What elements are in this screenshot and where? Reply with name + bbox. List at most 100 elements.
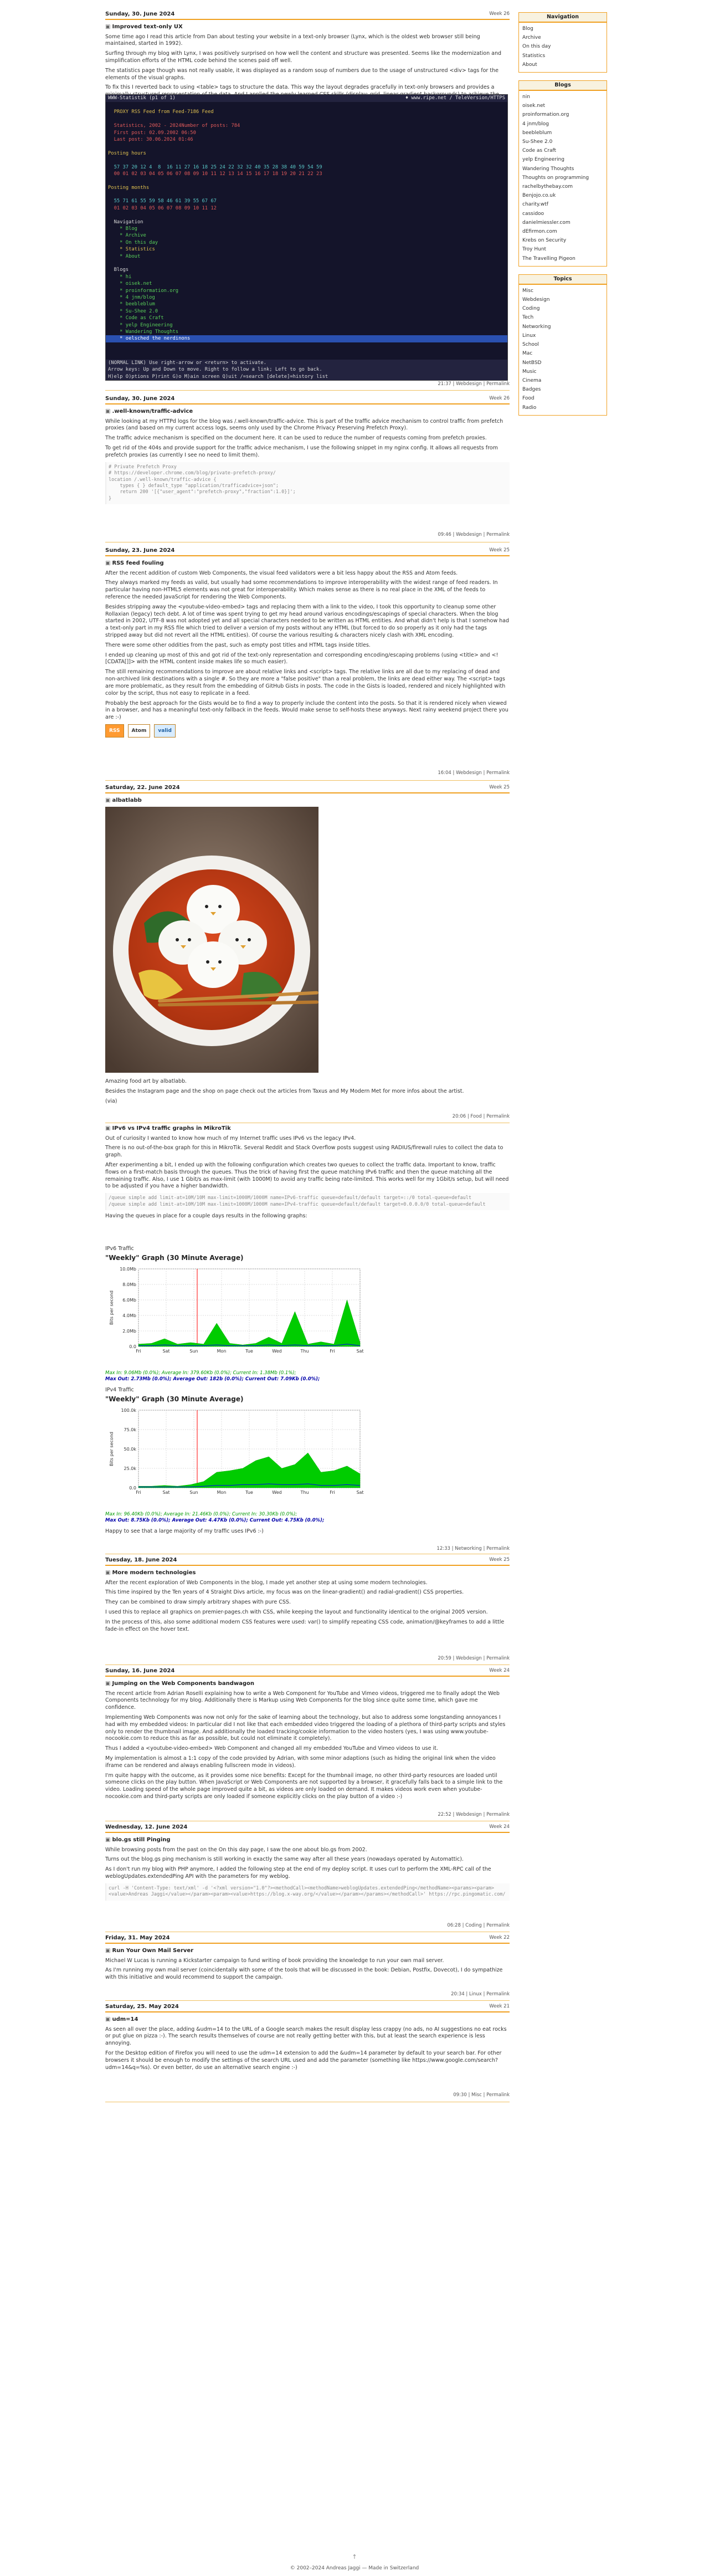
terminal-line: * About (108, 253, 141, 259)
post-paragraph: For the Desktop edition of Firefox you w… (105, 2050, 502, 2071)
post-title[interactable]: ▣ .well-known/traffic-advice (105, 408, 510, 416)
ipv6-traffic-graph: "Weekly" Graph (30 Minute Average) 0.0 2.… (105, 1253, 388, 1383)
terminal-line: * Wandering Thoughts (108, 329, 179, 335)
sidebar-blog-link[interactable]: Su-Shee 2.0 (522, 137, 603, 146)
topics-box: Topics Misc Webdesign Coding Tech Networking… (518, 274, 607, 416)
sidebar-blog-link[interactable]: Krebs on Security (522, 236, 603, 245)
sidebar-nav-link[interactable]: About (522, 60, 603, 69)
sidebar-blog-link[interactable]: Code as Craft (522, 146, 603, 155)
rss-badge[interactable]: RSS (105, 724, 124, 738)
sidebar-blog-link[interactable]: Thoughts on programming (522, 173, 603, 182)
post-paragraph: They always marked my feeds as valid, bu… (105, 580, 498, 600)
terminal-line: 01 02 03 04 05 06 07 08 09 10 11 12 (108, 205, 217, 211)
post-footer[interactable]: 12:33 | Networking | Permalink (436, 1546, 510, 1552)
feed-badges: RSS Atom valid (105, 724, 510, 738)
sidebar-blog-link[interactable]: oisek.net (522, 101, 603, 110)
sidebar-blog-link[interactable]: Benjojo.co.uk (522, 191, 603, 200)
graph-x-tick-label: Sat (162, 1490, 169, 1495)
post-title[interactable]: ▣ More modern technologies (105, 1569, 510, 1577)
sidebar-blog-link[interactable]: danielmiessler.com (522, 218, 603, 227)
post-paragraph: Michael W Lucas is running a Kickstarter… (105, 1957, 444, 1964)
sidebar-topic-link[interactable]: Linux (522, 331, 603, 340)
terminal-line: * hi (108, 274, 132, 280)
sidebar-topic-link[interactable]: Mac (522, 349, 603, 358)
sidebar-blog-link[interactable]: cassidoo (522, 209, 603, 218)
post-paragraph: As I don't run my blog with PHP anymore,… (105, 1866, 491, 1879)
sidebar-blog-link[interactable]: The Travelling Pigeon (522, 254, 603, 263)
graph-y-tick-label: 6.0Mb (122, 1298, 136, 1303)
via-link[interactable]: (via) (105, 1098, 510, 1105)
sidebar-blog-link[interactable]: beebleblum (522, 129, 603, 137)
post-title[interactable]: ▣ blo.gs still Pinging (105, 1836, 510, 1844)
post-title[interactable]: ▣ albatlabb (105, 797, 510, 805)
post-paragraph: Turns out the blog.gs ping mechanism is … (105, 1856, 464, 1863)
post-title-icon: ▣ (105, 1837, 111, 1843)
graph-x-tick-label: Sat (356, 1349, 363, 1354)
sidebar-nav-link[interactable]: Blog (522, 24, 603, 33)
terminal-status-line: Arrow keys: Up and Down to move. Right t… (106, 366, 507, 373)
post-title-icon: ▣ (105, 797, 111, 803)
sidebar-nav-link[interactable]: Archive (522, 33, 603, 42)
post-footer[interactable]: 20:06 | Food | Permalink (453, 1114, 510, 1120)
graph-x-tick-label: Sun (189, 1490, 198, 1495)
sidebar-topic-link[interactable]: Badges (522, 385, 603, 394)
post-header: Saturday, 25. May 2024 Week 21 (105, 2003, 510, 2012)
sidebar-topic-link[interactable]: Webdesign (522, 295, 603, 304)
sidebar-topic-link[interactable]: Coding (522, 304, 603, 313)
back-to-top-arrow[interactable]: ↑ (0, 2553, 709, 2562)
sidebar-blog-link[interactable]: yelp Engineering (522, 155, 603, 164)
sidebar-blog-link[interactable]: Troy Hunt (522, 245, 603, 254)
sidebar-topic-link[interactable]: Tech (522, 313, 603, 322)
post-title-icon: ▣ (105, 408, 111, 414)
post-header: Sunday, 23. June 2024 Week 25 (105, 546, 510, 556)
post-footer[interactable]: 20:59 | Webdesign | Permalink (438, 1656, 510, 1662)
post-footer[interactable]: 21:37 | Webdesign | Permalink (438, 381, 510, 387)
post-body: After the recent addition of custom Web … (105, 570, 510, 738)
sidebar-nav-link[interactable]: Statistics (522, 52, 603, 60)
blogs-title: Blogs (519, 81, 607, 91)
code-snippet: curl -H 'Content-Type: text/xml' -d '<?x… (105, 1883, 510, 1901)
sidebar-topic-link[interactable]: Networking (522, 322, 603, 331)
post-footer[interactable]: 09:46 | Webdesign | Permalink (438, 532, 510, 538)
post-header: Wednesday, 12. June 2024 Week 24 (105, 1823, 510, 1833)
post-footer[interactable]: 20:34 | Linux | Permalink (451, 1991, 510, 1998)
post-title[interactable]: ▣ udm=14 (105, 2016, 510, 2024)
post-title[interactable]: ▣ Improved text-only UX (105, 23, 510, 31)
post-footer[interactable]: 22:52 | Webdesign | Permalink (438, 1812, 510, 1818)
sidebar-blog-link[interactable]: charity.wtf (522, 200, 603, 209)
blogs-list: nin oisek.net proinformation.org 4 jnm/blog… (519, 91, 607, 266)
terminal-line: * oisek.net (108, 281, 152, 287)
sidebar-topic-link[interactable]: Radio (522, 403, 603, 412)
atom-badge[interactable]: Atom (127, 724, 151, 738)
post-title[interactable]: ▣ Run Your Own Mail Server (105, 1947, 510, 1955)
sidebar-blog-link[interactable]: dEfirmon.com (522, 227, 603, 236)
sidebar-topic-link[interactable]: Music (522, 367, 603, 376)
sidebar-blog-link[interactable]: rachelbythebay.com (522, 182, 603, 191)
sidebar-nav-link[interactable]: On this day (522, 42, 603, 51)
sidebar-blog-link[interactable]: nin (522, 93, 603, 101)
post-title[interactable]: ▣ Jumping on the Web Components bandwagon (105, 1680, 510, 1688)
terminal-line: * yelp Engineering (108, 322, 173, 328)
photo-caption-more: Besides the Instagram page and the shop … (105, 1088, 464, 1094)
post-title-icon: ▣ (105, 24, 111, 30)
sidebar-topic-link[interactable]: Cinema (522, 376, 603, 385)
post-footer[interactable]: 09:30 | Misc | Permalink (453, 2092, 510, 2098)
sidebar-blog-link[interactable]: 4 jnm/blog (522, 120, 603, 129)
sidebar-topic-link[interactable]: Food (522, 394, 603, 403)
post-week: Week 24 (489, 1668, 510, 1674)
sidebar-blog-link[interactable]: Wandering Thoughts (522, 165, 603, 173)
post-header: Saturday, 22. June 2024 Week 25 (105, 783, 510, 793)
sidebar-blog-link[interactable]: proinformation.org (522, 110, 603, 119)
post-footer[interactable]: 06:28 | Coding | Permalink (447, 1923, 510, 1929)
post-footer[interactable]: 16:04 | Webdesign | Permalink (438, 770, 510, 776)
post-title[interactable]: ▣ IPv6 vs IPv4 traffic graphs in MikroTik (105, 1125, 510, 1133)
post-body: While looking at my HTTPd logs for the b… (105, 418, 510, 505)
sidebar-topic-link[interactable]: Misc (522, 286, 603, 295)
validator-badge[interactable]: valid (154, 724, 176, 738)
post-paragraph: Happy to see that a large majority of my… (105, 1528, 264, 1534)
post-paragraph: Thus I added a <youtube-video-embed> Web… (105, 1745, 438, 1752)
sidebar-topic-link[interactable]: School (522, 340, 603, 349)
sidebar-topic-link[interactable]: NetBSD (522, 359, 603, 367)
post-title[interactable]: ▣ RSS feed fouling (105, 560, 510, 567)
